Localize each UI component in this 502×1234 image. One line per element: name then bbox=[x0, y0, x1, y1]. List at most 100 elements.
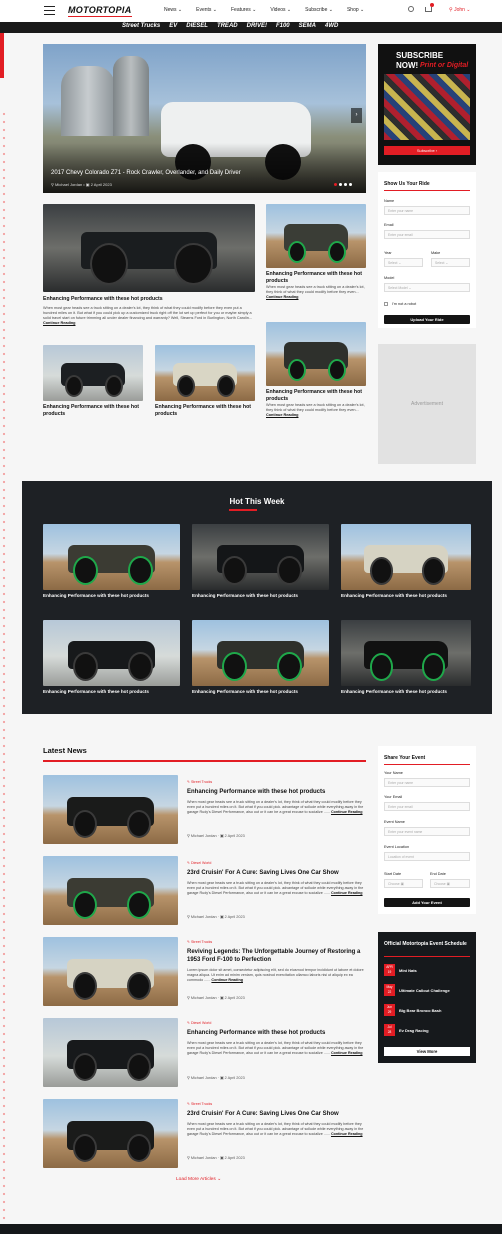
continue-reading-link[interactable]: Continue Reading bbox=[331, 1132, 363, 1136]
article-title[interactable]: 23rd Cruisin' For A Cure: Saving Lives O… bbox=[187, 870, 367, 878]
view-more-button[interactable]: View More bbox=[384, 1047, 470, 1056]
nav-subscribe[interactable]: Subscribe bbox=[305, 7, 333, 13]
load-more-button[interactable]: Load More Articles ⌄ bbox=[176, 1177, 221, 1182]
article-desc: Lorem ipsum dolor sit amet, consectetur … bbox=[187, 968, 364, 982]
name-input[interactable]: Enter your name bbox=[384, 206, 470, 215]
event-name[interactable]: Ultimate Callout Challenge bbox=[399, 988, 450, 993]
start-date-input[interactable]: Choose ▣ bbox=[384, 879, 423, 888]
card-image[interactable] bbox=[43, 345, 143, 401]
upload-ride-button[interactable]: Upload Your Ride bbox=[384, 315, 470, 324]
site-logo[interactable]: MOTORTOPIA bbox=[68, 5, 132, 17]
card-title[interactable]: Enhancing Performance with these hot pro… bbox=[155, 404, 255, 417]
article-category[interactable]: ✎ Street Trucks bbox=[187, 940, 212, 944]
card-image[interactable] bbox=[155, 345, 255, 401]
continue-reading-link[interactable]: Continue Reading bbox=[331, 891, 363, 895]
hot-image[interactable] bbox=[192, 620, 329, 686]
user-name: John bbox=[454, 7, 465, 13]
hot-item-title[interactable]: Enhancing Performance with these hot pro… bbox=[43, 689, 173, 695]
start-date-label: Start Date bbox=[384, 872, 402, 876]
nav-shop[interactable]: Shop bbox=[347, 7, 364, 13]
page: MOTORTOPIA News Events Features Videos S… bbox=[0, 0, 502, 1234]
hot-image[interactable] bbox=[43, 524, 180, 590]
article-title[interactable]: Enhancing Performance with these hot pro… bbox=[187, 789, 367, 797]
captcha-checkbox[interactable] bbox=[384, 302, 388, 306]
continue-reading-link[interactable]: Continue Reading bbox=[331, 1051, 363, 1055]
your-email-label: Your Email bbox=[384, 795, 403, 799]
article-image[interactable] bbox=[43, 937, 178, 1006]
continue-reading-link[interactable]: Continue Reading bbox=[331, 810, 363, 814]
brand-sema[interactable]: SEMA bbox=[299, 23, 316, 29]
article-title[interactable]: Enhancing Performance with these hot pro… bbox=[187, 1030, 367, 1038]
end-date-input[interactable]: Choose ▣ bbox=[430, 879, 470, 888]
event-date-badge: Jun 29 bbox=[384, 1004, 395, 1016]
nav-features[interactable]: Features bbox=[231, 7, 256, 13]
hero-title[interactable]: 2017 Chevy Colorado Z71 - Rock Crawler, … bbox=[51, 170, 241, 176]
event-location-input[interactable]: Location of event bbox=[384, 852, 470, 861]
brand-f100[interactable]: F100 bbox=[276, 23, 290, 29]
article-title[interactable]: 23rd Cruisin' For A Cure: Saving Lives O… bbox=[187, 1111, 367, 1119]
hot-item-title[interactable]: Enhancing Performance with these hot pro… bbox=[192, 689, 322, 695]
hot-image[interactable] bbox=[43, 620, 180, 686]
event-name-input[interactable]: Enter your event name bbox=[384, 827, 470, 836]
hot-item-title[interactable]: Enhancing Performance with these hot pro… bbox=[192, 593, 322, 599]
brand-street-trucks[interactable]: Street Trucks bbox=[122, 23, 160, 29]
article-desc: When most gear heads see a truck sitting… bbox=[187, 1041, 364, 1055]
cart-icon[interactable] bbox=[425, 7, 432, 12]
user-menu[interactable]: ⚲ John ⌄ bbox=[449, 7, 471, 13]
featured-title[interactable]: Enhancing Performance with these hot pro… bbox=[43, 296, 255, 303]
nav-news[interactable]: News bbox=[164, 7, 182, 13]
card-image[interactable] bbox=[266, 322, 366, 386]
hot-item-title[interactable]: Enhancing Performance with these hot pro… bbox=[341, 689, 471, 695]
hot-image[interactable] bbox=[341, 620, 471, 686]
hot-item-title[interactable]: Enhancing Performance with these hot pro… bbox=[43, 593, 173, 599]
advertisement[interactable]: Advertisement bbox=[378, 344, 476, 464]
brand-4wd[interactable]: 4WD bbox=[325, 23, 338, 29]
subscribe-now: NOW! bbox=[396, 61, 419, 70]
article-image[interactable] bbox=[43, 1099, 178, 1168]
make-select[interactable]: Select ⌄ bbox=[431, 258, 470, 267]
hot-image[interactable] bbox=[192, 524, 329, 590]
slider-dots[interactable] bbox=[334, 183, 352, 186]
featured-image[interactable] bbox=[43, 204, 255, 292]
hamburger-menu-icon[interactable] bbox=[44, 6, 55, 15]
continue-reading-link[interactable]: Continue Reading bbox=[266, 413, 298, 417]
subscribe-tagline: Print or Digital bbox=[420, 62, 469, 69]
article-image[interactable] bbox=[43, 1018, 178, 1087]
card-title[interactable]: Enhancing Performance with these hot pro… bbox=[266, 271, 366, 284]
card-image[interactable] bbox=[266, 204, 366, 268]
event-name[interactable]: Ev Drag Racing bbox=[399, 1028, 429, 1033]
brand-ev[interactable]: EV bbox=[169, 23, 177, 29]
continue-reading-link[interactable]: Continue Reading bbox=[266, 295, 298, 299]
your-email-input[interactable]: Enter your email bbox=[384, 802, 470, 811]
year-select[interactable]: Select ⌄ bbox=[384, 258, 423, 267]
model-select[interactable]: Select Model ⌄ bbox=[384, 283, 470, 292]
next-arrow-icon[interactable]: › bbox=[351, 108, 362, 123]
hot-item-title[interactable]: Enhancing Performance with these hot pro… bbox=[341, 593, 471, 599]
hero-slider[interactable]: 2017 Chevy Colorado Z71 - Rock Crawler, … bbox=[43, 44, 366, 193]
article-category[interactable]: ✎ Street Trucks bbox=[187, 1102, 212, 1106]
article-image[interactable] bbox=[43, 775, 178, 844]
continue-reading-link[interactable]: Continue Reading bbox=[43, 321, 75, 325]
event-name[interactable]: Big Bear Bronco Bash bbox=[399, 1008, 441, 1013]
brand-tread[interactable]: TREAD bbox=[217, 23, 238, 29]
card-title[interactable]: Enhancing Performance with these hot pro… bbox=[43, 404, 143, 417]
event-name[interactable]: Mini Nats bbox=[399, 968, 417, 973]
email-input[interactable]: Enter your email bbox=[384, 230, 470, 239]
subscribe-button[interactable]: Subscribe › bbox=[384, 146, 470, 155]
search-icon[interactable] bbox=[408, 6, 414, 12]
brand-diesel[interactable]: DIESEL bbox=[186, 23, 208, 29]
article-category[interactable]: ✎ Diesel World bbox=[187, 861, 211, 865]
card-title[interactable]: Enhancing Performance with these hot pro… bbox=[266, 389, 366, 402]
nav-events[interactable]: Events bbox=[196, 7, 217, 13]
your-name-input[interactable]: Enter your name bbox=[384, 778, 470, 787]
continue-reading-link[interactable]: Continue Reading bbox=[211, 978, 243, 982]
article-title[interactable]: Reviving Legends: The Unforgettable Jour… bbox=[187, 949, 367, 964]
main-nav: News Events Features Videos Subscribe Sh… bbox=[164, 7, 364, 13]
article-category[interactable]: ✎ Street Trucks bbox=[187, 780, 212, 784]
article-image[interactable] bbox=[43, 856, 178, 925]
article-category[interactable]: ✎ Diesel World bbox=[187, 1021, 211, 1025]
add-event-button[interactable]: Add Your Event bbox=[384, 898, 470, 907]
brand-drive[interactable]: DRIVE! bbox=[247, 23, 267, 29]
hot-image[interactable] bbox=[341, 524, 471, 590]
nav-videos[interactable]: Videos bbox=[270, 7, 291, 13]
